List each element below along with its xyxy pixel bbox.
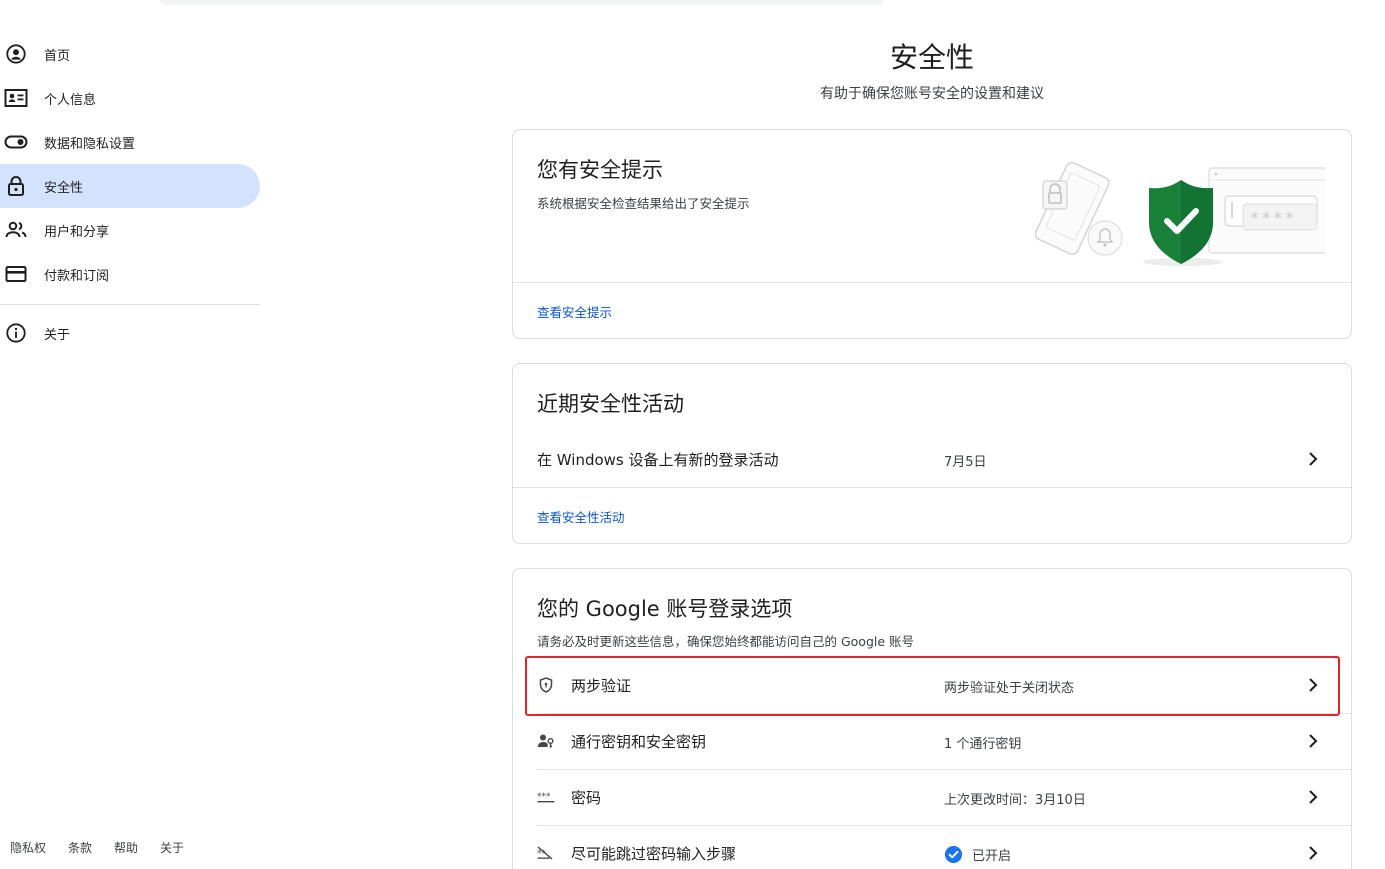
recent-activity-title: 近期安全性活动: [537, 392, 684, 416]
sidebar-item-label: 付款和订阅: [44, 268, 110, 284]
sidebar-item-label: 关于: [44, 327, 71, 343]
row-value: 两步验证处于关闭状态: [944, 681, 1075, 696]
chevron-right-icon: [1309, 846, 1318, 860]
row-label: 通行密钥和安全密钥: [571, 733, 707, 751]
signin-options-card: 您的 Google 账号登录选项 请务必及时更新这些信息，确保您始终都能访问自己…: [512, 568, 1352, 869]
activity-row[interactable]: 在 Windows 设备上有新的登录活动 7月5日: [513, 431, 1351, 487]
sidebar-item-about[interactable]: 关于: [0, 311, 260, 355]
status-text: 已开启: [972, 849, 1012, 864]
card-divider: [513, 282, 1351, 283]
people-icon: [4, 218, 28, 242]
chevron-right-icon: [1309, 734, 1318, 748]
password-mask-text: ****: [1251, 209, 1297, 227]
padlock-illustration-icon: [1042, 180, 1068, 210]
security-tips-description: 系统根据安全检查结果给出了安全提示: [537, 196, 750, 211]
password-dots-icon: ***: [537, 788, 555, 806]
row-value: 上次更改时间：3月10日: [944, 793, 1086, 808]
sidebar-item-label: 数据和隐私设置: [44, 136, 136, 152]
sidebar-item-people-sharing[interactable]: 用户和分享: [0, 208, 260, 252]
view-security-activity-link[interactable]: 查看安全性活动: [537, 507, 625, 526]
security-illustration: ****: [1034, 161, 1325, 266]
sidebar-item-payments[interactable]: 付款和订阅: [0, 252, 260, 296]
sidebar-item-home[interactable]: 首页: [0, 32, 260, 76]
credit-card-icon: [4, 262, 28, 286]
browser-window-illustration-icon: ****: [1208, 167, 1325, 254]
signin-options-description: 请务必及时更新这些信息，确保您始终都能访问自己的 Google 账号: [537, 634, 915, 649]
footer-terms-link[interactable]: 条款: [68, 839, 92, 856]
lock-icon: [4, 174, 28, 198]
row-value: 1 个通行密钥: [944, 737, 1022, 752]
account-circle-icon: [4, 42, 28, 66]
recent-activity-card: 近期安全性活动 在 Windows 设备上有新的登录活动 7月5日 查看安全性活…: [512, 363, 1352, 544]
sidebar-item-personal-info[interactable]: 个人信息: [0, 76, 260, 120]
footer-about-link[interactable]: 关于: [160, 839, 184, 856]
security-tips-card: 您有安全提示 系统根据安全检查结果给出了安全提示 **** 查看安全提示: [512, 129, 1352, 339]
toggle-icon: [4, 130, 28, 154]
activity-label: 在 Windows 设备上有新的登录活动: [537, 451, 779, 469]
skip-password-row[interactable]: ** 尽可能跳过密码输入步骤 已开启: [513, 825, 1351, 869]
sidebar-divider: [0, 304, 260, 305]
chevron-right-icon: [1309, 452, 1318, 466]
info-icon: [4, 321, 28, 345]
password-row[interactable]: *** 密码 上次更改时间：3月10日: [513, 769, 1351, 825]
view-security-tips-link[interactable]: 查看安全提示: [537, 302, 612, 321]
security-tips-title: 您有安全提示: [537, 158, 663, 182]
row-label: 密码: [571, 789, 602, 807]
person-key-icon: [537, 732, 555, 750]
footer-links: 隐私权 条款 帮助 关于: [10, 839, 184, 856]
sidebar-item-label: 安全性: [44, 180, 84, 196]
footer-help-link[interactable]: 帮助: [114, 839, 138, 856]
check-circle-icon: [944, 845, 963, 864]
passkeys-row[interactable]: 通行密钥和安全密钥 1 个通行密钥: [513, 713, 1351, 769]
id-card-icon: [4, 86, 28, 110]
sidebar-nav: 首页 个人信息 数据和隐私设置 安全性 用户和分享 付款和订阅 关于: [0, 32, 260, 355]
page-title: 安全性: [889, 41, 974, 74]
bell-illustration-icon: [1087, 220, 1123, 256]
sidebar-item-label: 首页: [44, 48, 71, 64]
sidebar-item-label: 用户和分享: [44, 224, 110, 240]
activity-date: 7月5日: [944, 455, 987, 470]
sidebar-item-security[interactable]: 安全性: [0, 164, 260, 208]
row-label: 两步验证: [571, 677, 632, 695]
search-bar-edge: [160, 0, 884, 5]
sidebar-item-label: 个人信息: [44, 92, 97, 108]
footer-privacy-link[interactable]: 隐私权: [10, 839, 46, 856]
chevron-right-icon: [1309, 790, 1318, 804]
page-subtitle: 有助于确保您账号安全的设置和建议: [820, 86, 1044, 102]
shield-icon: [537, 676, 555, 694]
row-value-with-status: 已开启: [944, 845, 1011, 864]
skip-password-icon: **: [537, 844, 555, 862]
sidebar-item-data-privacy[interactable]: 数据和隐私设置: [0, 120, 260, 164]
signin-options-title: 您的 Google 账号登录选项: [537, 597, 793, 621]
chevron-right-icon: [1309, 678, 1318, 692]
svg-text:***: ***: [537, 792, 551, 802]
two-step-verification-row[interactable]: 两步验证 两步验证处于关闭状态: [513, 657, 1351, 713]
card-divider: [513, 487, 1351, 488]
row-label: 尽可能跳过密码输入步骤: [571, 845, 737, 863]
